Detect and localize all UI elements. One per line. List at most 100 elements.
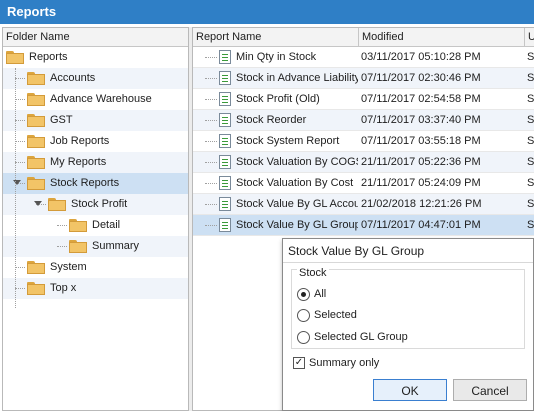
folder-tree-item[interactable]: Summary [3,236,188,257]
folder-icon [6,51,24,64]
tree-connector [15,68,16,308]
modified-cell: 21/02/2018 12:21:26 PM [361,198,482,210]
folder-tree-item[interactable]: Stock Reports [3,173,188,194]
tree-connector [15,267,25,268]
user-cell: S [527,72,534,84]
folder-icon [48,198,66,211]
folder-tree-item-label: Detail [92,219,121,231]
report-row[interactable]: Stock Profit (Old) 07/11/2017 02:54:58 PM… [193,89,534,110]
folder-tree-item-label: Top x [50,282,77,294]
tree-connector [15,78,25,79]
radio-button-icon[interactable] [297,309,310,322]
folder-tree-header[interactable]: Folder Name [3,28,188,47]
folder-tree-item[interactable]: Stock Profit [3,194,188,215]
modified-cell: 07/11/2017 04:47:01 PM [361,219,481,231]
radio-button-icon[interactable] [297,288,310,301]
folder-icon [27,135,45,148]
folder-tree-pane: Folder Name Reports Accounts Advance Wareh… [2,27,189,411]
report-document-icon [219,218,231,232]
radio-label: All [314,288,327,300]
folder-tree-item-label: Advance Warehouse [50,93,152,105]
report-row[interactable]: Stock Value By GL Group 07/11/2017 04:47:… [193,215,534,236]
report-name-cell: Stock Profit (Old) [236,93,320,105]
tree-connector [15,99,25,100]
folder-tree-item[interactable]: Reports [3,47,188,68]
expanded-chevron-icon[interactable] [34,201,42,206]
tree-connector [15,162,25,163]
folder-tree-item-label: Stock Profit [71,198,128,210]
folder-tree-item[interactable]: Top x [3,278,188,299]
user-cell: S [527,198,534,210]
report-document-icon [219,134,231,148]
modified-cell: 07/11/2017 03:37:40 PM [361,114,481,126]
folder-tree-item[interactable]: System [3,257,188,278]
folder-tree-item-label: GST [50,114,73,126]
report-name-cell: Stock Valuation By COGS [236,156,358,168]
tree-connector [205,99,217,100]
report-name-column-header[interactable]: Report Name [193,28,359,46]
summary-only-checkbox[interactable]: ✓ [293,357,305,369]
report-name-cell: Stock Valuation By Cost [236,177,354,189]
user-cell: S [527,177,534,189]
folder-name-column-header[interactable]: Folder Name [3,28,188,46]
tree-connector [205,78,217,79]
report-document-icon [219,50,231,64]
tree-connector [205,162,217,163]
popup-title: Stock Value By GL Group [283,239,533,263]
report-document-icon [219,197,231,211]
folder-icon [69,219,87,232]
folder-icon [69,240,87,253]
modified-cell: 07/11/2017 02:30:46 PM [361,72,481,84]
tree-connector [205,183,217,184]
user-cell: S [527,135,534,147]
user-column-header[interactable]: U [525,28,534,46]
tree-connector [205,120,217,121]
folder-icon [27,156,45,169]
ok-button[interactable]: OK [373,379,447,401]
modified-cell: 21/11/2017 05:24:09 PM [361,177,481,189]
folder-tree-item[interactable]: My Reports [3,152,188,173]
tree-connector [205,204,217,205]
report-row[interactable]: Stock Valuation By Cost 21/11/2017 05:24:… [193,173,534,194]
report-name-cell: Stock Value By GL Accour [236,198,358,210]
folder-tree-item[interactable]: GST [3,110,188,131]
report-name-cell: Stock Value By GL Group [236,219,358,231]
user-cell: S [527,219,534,231]
modified-column-header[interactable]: Modified [359,28,525,46]
report-document-icon [219,176,231,190]
report-document-icon [219,155,231,169]
radio-button-icon[interactable] [297,331,310,344]
cancel-button[interactable]: Cancel [453,379,527,401]
folder-tree-item[interactable]: Detail [3,215,188,236]
user-cell: S [527,93,534,105]
folder-icon [27,72,45,85]
folder-tree-item-label: System [50,261,87,273]
report-row[interactable]: Stock in Advance Liability 07/11/2017 02:… [193,68,534,89]
report-row[interactable]: Stock System Report 07/11/2017 03:55:18 P… [193,131,534,152]
report-row[interactable]: Stock Valuation By COGS 21/11/2017 05:22:… [193,152,534,173]
tree-connector [205,57,217,58]
radio-label: Selected [314,309,357,321]
stock-group-label: Stock [297,267,329,279]
report-row[interactable]: Stock Value By GL Accour 21/02/2018 12:21… [193,194,534,215]
modified-cell: 07/11/2017 02:54:58 PM [361,93,481,105]
report-row[interactable]: Stock Reorder 07/11/2017 03:37:40 PM S [193,110,534,131]
tree-connector [57,246,67,247]
report-grid-header: Report Name Modified U [193,28,534,47]
folder-tree-item[interactable]: Job Reports [3,131,188,152]
tree-connector [15,120,25,121]
report-name-cell: Stock System Report [236,135,340,147]
report-name-cell: Min Qty in Stock [236,51,317,63]
folder-tree-item-label: Summary [92,240,140,252]
tree-connector [15,141,25,142]
folder-icon [27,177,45,190]
folder-tree-item[interactable]: Advance Warehouse [3,89,188,110]
report-row[interactable]: Min Qty in Stock 03/11/2017 05:10:28 PM S [193,47,534,68]
folder-tree-item[interactable]: Accounts [3,68,188,89]
report-name-cell: Stock Reorder [236,114,307,126]
folder-tree-item-label: Reports [29,51,68,63]
modified-cell: 21/11/2017 05:22:36 PM [361,156,481,168]
modified-cell: 07/11/2017 03:55:18 PM [361,135,481,147]
radio-label: Selected GL Group [314,331,408,343]
folder-icon [27,114,45,127]
